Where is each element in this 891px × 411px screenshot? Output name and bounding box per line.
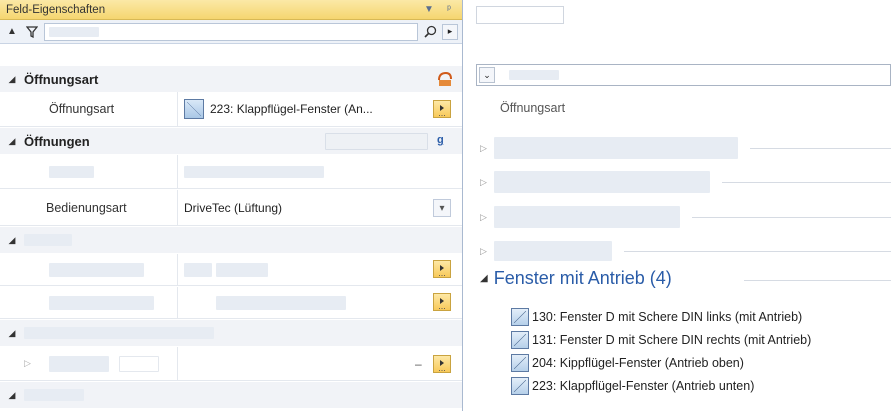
property-row-placeholder bbox=[0, 155, 462, 189]
category-label: Öffnungsart bbox=[24, 71, 99, 87]
select-button[interactable]: ... bbox=[433, 260, 451, 278]
category-oeffnungsart[interactable]: ◢ Öffnungsart bbox=[0, 66, 462, 92]
properties-panel: Feld-Eigenschaften ▼ ᵖ ▲ ▸ ◢ Öffnungsart bbox=[0, 0, 463, 411]
property-name: Bedienungsart bbox=[0, 190, 178, 225]
link-icon[interactable]: g bbox=[437, 134, 444, 146]
placeholder-field bbox=[325, 133, 428, 150]
property-row-placeholder bbox=[0, 254, 462, 286]
window-type-icon bbox=[184, 99, 204, 119]
expand-arrow-icon[interactable]: ▷ bbox=[480, 143, 494, 154]
panel-toolbar: ▲ ▸ bbox=[0, 20, 462, 44]
collapsed-group[interactable]: ▷ bbox=[480, 206, 891, 228]
group-title: Fenster mit Antrieb (4) bbox=[493, 268, 672, 288]
expand-arrow-icon[interactable]: ▷ bbox=[24, 358, 49, 369]
expand-arrow-icon[interactable]: ▷ bbox=[480, 246, 494, 257]
reset-icon[interactable] bbox=[436, 70, 454, 88]
panel-titlebar: Feld-Eigenschaften ▼ ᵖ bbox=[0, 0, 462, 20]
collapsed-group[interactable]: ▷ bbox=[480, 171, 891, 193]
select-button[interactable]: ... bbox=[433, 100, 451, 118]
category-collapsed[interactable]: ◢ bbox=[0, 227, 462, 253]
expand-toggle-icon[interactable]: ◢ bbox=[0, 328, 24, 339]
dash-text: – bbox=[415, 357, 422, 371]
top-field[interactable] bbox=[476, 6, 564, 24]
group-header[interactable]: ◢ Fenster mit Antrieb (4) bbox=[480, 268, 891, 289]
property-value[interactable]: 223: Klappflügel-Fenster (An... bbox=[178, 92, 462, 126]
category-label: Öffnungen bbox=[24, 133, 90, 149]
list-item[interactable]: 130: Fenster D mit Schere DIN links (mit… bbox=[511, 308, 802, 326]
property-row-oeffnungsart: Öffnungsart 223: Klappflügel-Fenster (An… bbox=[0, 92, 462, 127]
list-item[interactable]: 131: Fenster D mit Schere DIN rechts (mi… bbox=[511, 331, 811, 349]
expand-arrow-icon[interactable]: ▷ bbox=[480, 212, 494, 223]
collapse-arrow-icon[interactable]: ◢ bbox=[480, 273, 488, 284]
group-hint: Öffnungsart bbox=[500, 101, 566, 115]
collapsed-group[interactable]: ▷ bbox=[480, 137, 891, 159]
property-row-placeholder: ▷ bbox=[0, 347, 462, 381]
selection-panel: ⌄ Öffnungsart ▷ ▷ ▷ ▷ ◢ Fenster mit Antr… bbox=[464, 0, 891, 411]
expand-toggle-icon[interactable]: ◢ bbox=[0, 235, 24, 246]
property-name: Öffnungsart bbox=[0, 92, 178, 126]
property-value[interactable]: DriveTec (Lüftung) bbox=[178, 190, 462, 225]
expand-arrow-icon[interactable]: ▷ bbox=[480, 177, 494, 188]
category-collapsed[interactable]: ◢ bbox=[0, 320, 462, 346]
panel-title: Feld-Eigenschaften bbox=[6, 3, 106, 16]
list-item[interactable]: 204: Kippflügel-Fenster (Antrieb oben) bbox=[511, 354, 744, 372]
filter-dropdown[interactable]: ⌄ bbox=[476, 64, 891, 86]
chevron-down-icon[interactable]: ▼ bbox=[422, 4, 436, 15]
select-button[interactable]: ... bbox=[433, 293, 451, 311]
list-item[interactable]: 223: Klappflügel-Fenster (Antrieb unten) bbox=[511, 377, 754, 395]
collapse-up-icon[interactable]: ▲ bbox=[4, 24, 20, 40]
category-collapsed[interactable]: ◢ bbox=[0, 382, 462, 408]
property-row-bedienungsart: Bedienungsart DriveTec (Lüftung) bbox=[0, 190, 462, 226]
expand-toggle-icon[interactable]: ◢ bbox=[0, 390, 24, 401]
dropdown-button[interactable]: ▾ bbox=[433, 199, 451, 217]
window-type-icon bbox=[511, 331, 529, 349]
expand-toggle-icon[interactable]: ◢ bbox=[0, 136, 24, 147]
arrow-right-icon[interactable]: ▸ bbox=[442, 23, 458, 40]
window-type-icon bbox=[511, 377, 529, 395]
collapsed-group[interactable]: ▷ bbox=[480, 240, 891, 262]
expand-toggle-icon[interactable]: ◢ bbox=[0, 74, 24, 85]
window-type-icon bbox=[511, 354, 529, 372]
property-row-placeholder bbox=[0, 287, 462, 319]
search-icon[interactable] bbox=[422, 24, 438, 40]
filter-icon[interactable] bbox=[24, 24, 40, 40]
select-button[interactable]: ... bbox=[433, 355, 451, 373]
search-input[interactable] bbox=[44, 22, 418, 41]
app-root: Feld-Eigenschaften ▼ ᵖ ▲ ▸ ◢ Öffnungsart bbox=[0, 0, 891, 411]
window-type-icon bbox=[511, 308, 529, 326]
pin-icon[interactable]: ᵖ bbox=[442, 4, 456, 15]
chevron-down-icon[interactable]: ⌄ bbox=[479, 67, 495, 83]
property-value-text: 223: Klappflügel-Fenster (An... bbox=[210, 102, 373, 116]
